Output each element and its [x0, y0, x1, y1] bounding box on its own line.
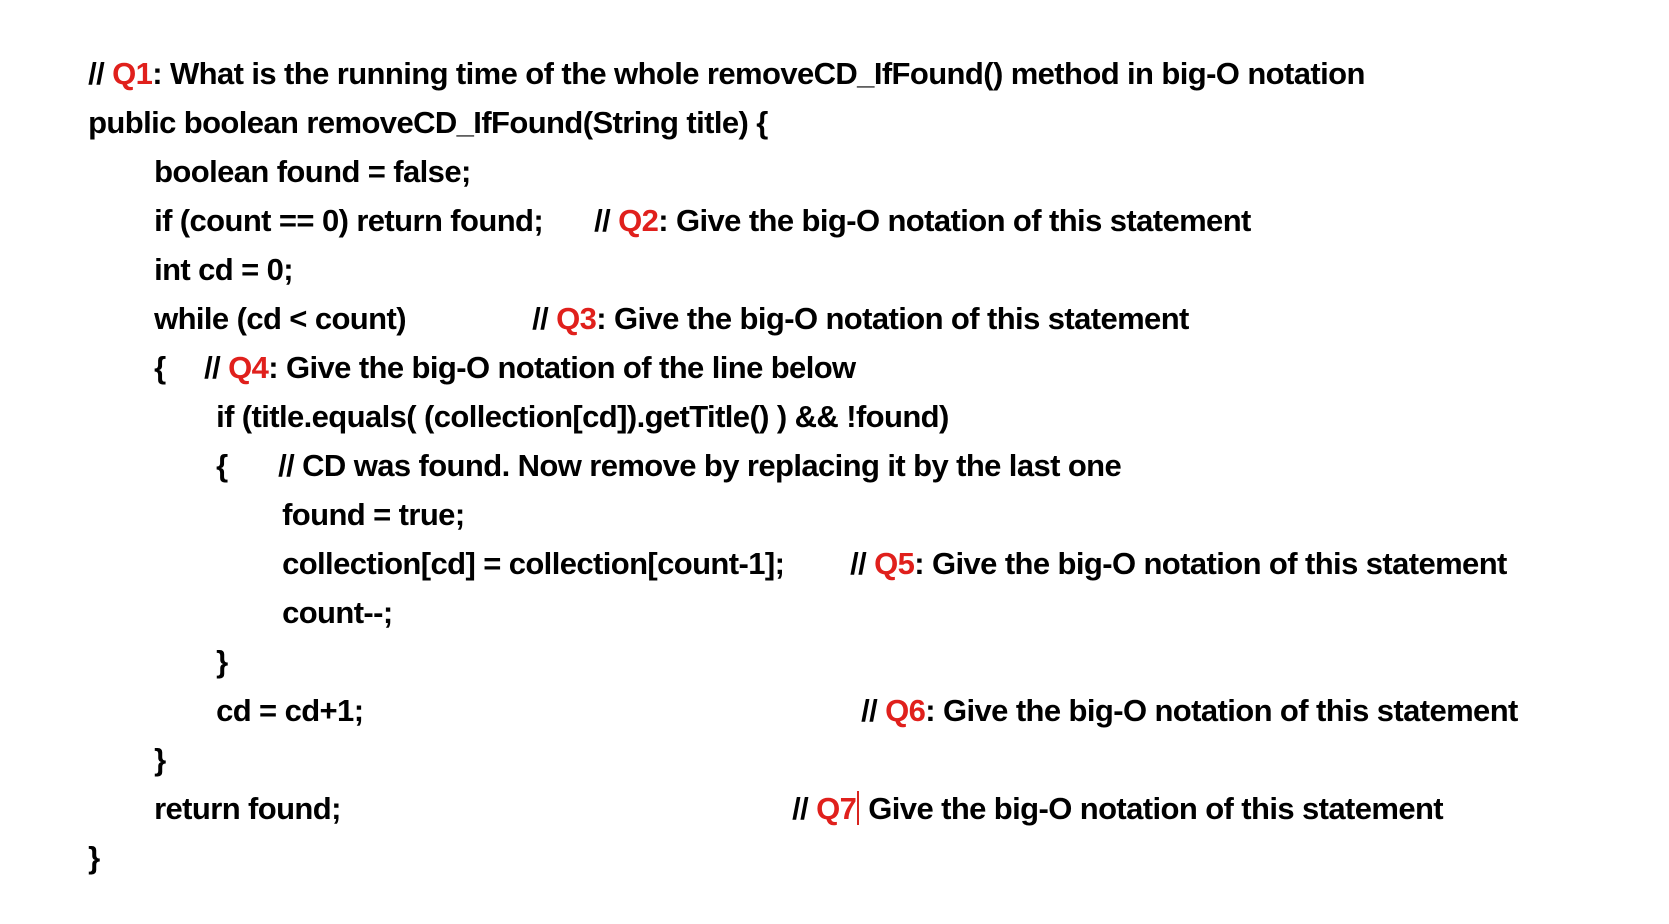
question-label-q5: Q5 — [874, 546, 915, 581]
comment-prefix: // — [861, 693, 886, 728]
code-text: cd = cd+1; — [216, 693, 364, 728]
code-line-3: boolean found = false; — [122, 106, 471, 189]
code-line-7: { — [122, 302, 166, 385]
code-line-15: } — [122, 694, 166, 777]
code-text: } — [88, 840, 100, 875]
code-comment-9: // CD was found. Now remove by replacing… — [246, 400, 1122, 483]
comment-prefix: // — [594, 203, 619, 238]
code-comment-7: // Q4: Give the big-O notation of the li… — [172, 302, 856, 385]
question-text: : Give the big-O notation of this statem… — [914, 546, 1507, 581]
question-label-q7: Q7 — [816, 791, 857, 826]
comment-prefix: // — [792, 791, 817, 826]
code-line-6: while (cd < count) — [122, 253, 406, 336]
question-text: : Give the big-O notation of this statem… — [925, 693, 1518, 728]
code-line-10: found = true; — [250, 449, 465, 532]
code-text: count--; — [282, 595, 393, 630]
code-line-2: public boolean removeCD_IfFound(String t… — [56, 57, 768, 140]
code-line-17: } — [56, 792, 100, 875]
code-line-16: return found; — [122, 743, 341, 826]
code-line-12: count--; — [250, 547, 393, 630]
question-label-q2: Q2 — [618, 203, 659, 238]
code-line-4: if (count == 0) return found; — [122, 155, 544, 238]
code-line-5: int cd = 0; — [122, 204, 294, 287]
code-line-11: collection[cd] = collection[count-1]; — [250, 498, 785, 581]
code-line-1: // Q1: What is the running time of the w… — [56, 8, 1365, 91]
code-line-9: { — [184, 400, 228, 483]
code-line-14: cd = cd+1; — [184, 645, 364, 728]
code-line-8: if (title.equals( (collection[cd]).getTi… — [184, 351, 949, 434]
code-comment-6: // Q3: Give the big-O notation of this s… — [500, 253, 1189, 336]
comment-prefix: // — [850, 546, 875, 581]
code-text: return found; — [154, 791, 341, 826]
code-comment-14: // Q6: Give the big-O notation of this s… — [829, 645, 1518, 728]
code-document: // Q1: What is the running time of the w… — [0, 0, 1669, 898]
code-text: { — [154, 350, 166, 385]
question-text: : Give the big-O notation of this statem… — [658, 203, 1251, 238]
code-comment-4: // Q2: Give the big-O notation of this s… — [562, 155, 1251, 238]
code-comment-16: // Q7 Give the big-O notation of this st… — [760, 743, 1444, 826]
question-label-q6: Q6 — [885, 693, 926, 728]
code-comment-11: // Q5: Give the big-O notation of this s… — [818, 498, 1507, 581]
code-text: { — [216, 448, 228, 483]
text-cursor — [857, 791, 860, 825]
code-line-13: } — [184, 596, 228, 679]
question-text: Give the big-O notation of this statemen… — [860, 791, 1444, 826]
